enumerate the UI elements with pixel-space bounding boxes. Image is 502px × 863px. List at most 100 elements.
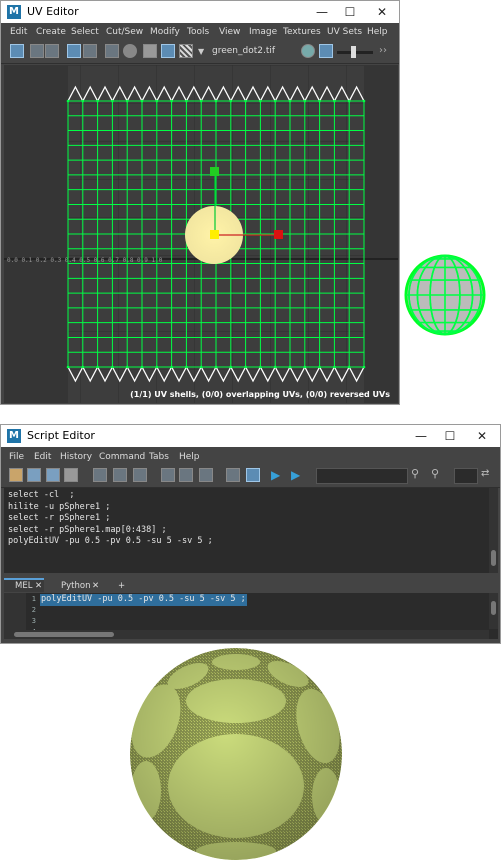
menu-tabs[interactable]: Tabs [149,448,169,466]
menu-edit[interactable]: Edit [10,23,27,41]
uv-viewport[interactable]: 0.0 0.1 0.2 0.3 0.4 0.5 0.6 0.7 0.8 0.9 … [4,65,398,403]
line-number: 3 [31,617,36,625]
menu-uv-sets[interactable]: UV Sets [327,23,362,41]
uv-point [273,365,277,369]
manipulator-u-handle[interactable] [274,230,283,239]
wireframe-icon[interactable] [67,44,81,58]
uv-editor-titlebar[interactable]: M UV Editor — ☐ ✕ [1,1,399,23]
source-script-icon[interactable] [27,468,41,482]
script-editor-title: Script Editor [27,429,95,442]
menu-tools[interactable]: Tools [187,23,209,41]
history-scroll-thumb[interactable] [491,550,496,566]
show-history-icon[interactable] [161,468,175,482]
uv-point [125,99,129,103]
maximize-icon[interactable]: ☐ [435,425,465,447]
input-pane[interactable]: 1 2 3 4 polyEditUV -pu 0.5 -pv 0.5 -su 5… [4,593,498,639]
execute-selected-icon[interactable]: ▶ [271,468,280,482]
gear-icon[interactable] [301,44,315,58]
manipulator-center-handle[interactable] [210,230,219,239]
dim-slider-handle[interactable] [351,46,356,58]
menu-cut-sew[interactable]: Cut/Sew [106,23,143,41]
menu-file[interactable]: File [9,448,24,466]
maximize-icon[interactable]: ☐ [335,1,365,23]
menu-create[interactable]: Create [36,23,66,41]
menu-image[interactable]: Image [249,23,277,41]
history-pane[interactable]: select -cl ; hilite -u pSphere1 ; select… [4,488,498,573]
minimize-icon[interactable]: — [406,425,436,447]
tab-mel-label[interactable]: MEL [15,581,32,591]
camera-icon[interactable] [143,44,157,58]
menu-edit[interactable]: Edit [34,448,51,466]
texture-name[interactable]: green_dot2.tif [212,46,275,56]
show-input-icon[interactable] [179,468,193,482]
input-hscroll-thumb[interactable] [14,632,114,637]
clear-input-icon[interactable] [113,468,127,482]
clear-all-icon[interactable] [133,468,147,482]
menu-help[interactable]: Help [179,448,200,466]
save-to-shelf-icon[interactable] [64,468,78,482]
sun-icon[interactable] [123,44,137,58]
menu-select[interactable]: Select [71,23,99,41]
open-script-icon[interactable] [9,468,23,482]
script-editor-titlebar[interactable]: M Script Editor — ☐ ✕ [1,425,500,447]
menu-command[interactable]: Command [99,448,145,466]
uv-point [318,99,321,103]
uv-layout-icon[interactable] [30,44,44,58]
add-tab-icon[interactable]: + [118,581,125,591]
execute-all-icon[interactable]: ▶ [291,468,300,482]
clear-history-icon[interactable] [93,468,107,482]
show-both-icon[interactable] [199,468,213,482]
window-title: UV Editor [27,5,79,18]
checkerboard-icon[interactable] [179,44,193,58]
image-display-icon[interactable] [161,44,175,58]
goto-line-input[interactable] [454,468,478,484]
uv-point [81,99,85,103]
goto-line-icon[interactable]: ⇄ [481,468,489,479]
close-icon[interactable]: ✕ [367,1,397,23]
menu-help[interactable]: Help [367,23,388,41]
input-line-selected[interactable]: polyEditUV -pu 0.5 -pv 0.5 -su 5 -sv 5 ; [40,594,247,606]
uv-point [362,365,366,369]
close-tab-icon[interactable]: ✕ [35,581,42,591]
texture-dropdown-arrow-icon[interactable]: ▼ [198,47,204,56]
uv-distortion-icon[interactable] [105,44,119,58]
search-prev-icon[interactable]: ⚲ [431,467,439,480]
line-numbers-icon[interactable] [246,468,260,482]
menu-history[interactable]: History [60,448,92,466]
toolbar-expand-icon[interactable]: ›› [379,45,387,56]
input-scrollbar[interactable] [489,593,498,629]
image-toggle-icon[interactable] [319,44,333,58]
input-scroll-thumb[interactable] [491,601,496,615]
uv-point [199,99,203,103]
uv-point [111,365,114,369]
minimize-icon[interactable]: — [307,1,337,23]
search-next-icon[interactable]: ⚲ [411,467,419,480]
search-input[interactable] [316,468,408,484]
uv-point [259,365,262,369]
uv-canvas[interactable]: 0.0 0.1 0.2 0.3 0.4 0.5 0.6 0.7 0.8 0.9 … [4,65,398,403]
menu-textures[interactable]: Textures [283,23,321,41]
uv-point [288,99,292,103]
history-scrollbar[interactable] [489,488,498,573]
uv-point [273,99,277,103]
menu-view[interactable]: View [219,23,240,41]
tab-python-label[interactable]: Python [61,581,90,591]
input-hscrollbar[interactable] [4,630,489,639]
checker-icon[interactable] [83,44,97,58]
uv-point [140,365,144,369]
uv-point [288,365,292,369]
manipulator-v-handle[interactable] [210,167,219,176]
menu-modify[interactable]: Modify [150,23,180,41]
close-icon[interactable]: ✕ [467,425,497,447]
uv-grid-icon[interactable] [45,44,59,58]
uv-editor-window: M UV Editor — ☐ ✕ Edit Create Select Cut… [0,0,400,405]
echo-commands-icon[interactable] [226,468,240,482]
uv-point [244,365,247,369]
maya-logo-icon: M [7,429,21,443]
close-tab-icon[interactable]: ✕ [92,581,99,591]
uv-outside-left [4,65,68,403]
uv-point [185,365,188,369]
uv-shell-icon[interactable] [10,44,24,58]
uv-point [229,99,233,103]
save-script-icon[interactable] [46,468,60,482]
